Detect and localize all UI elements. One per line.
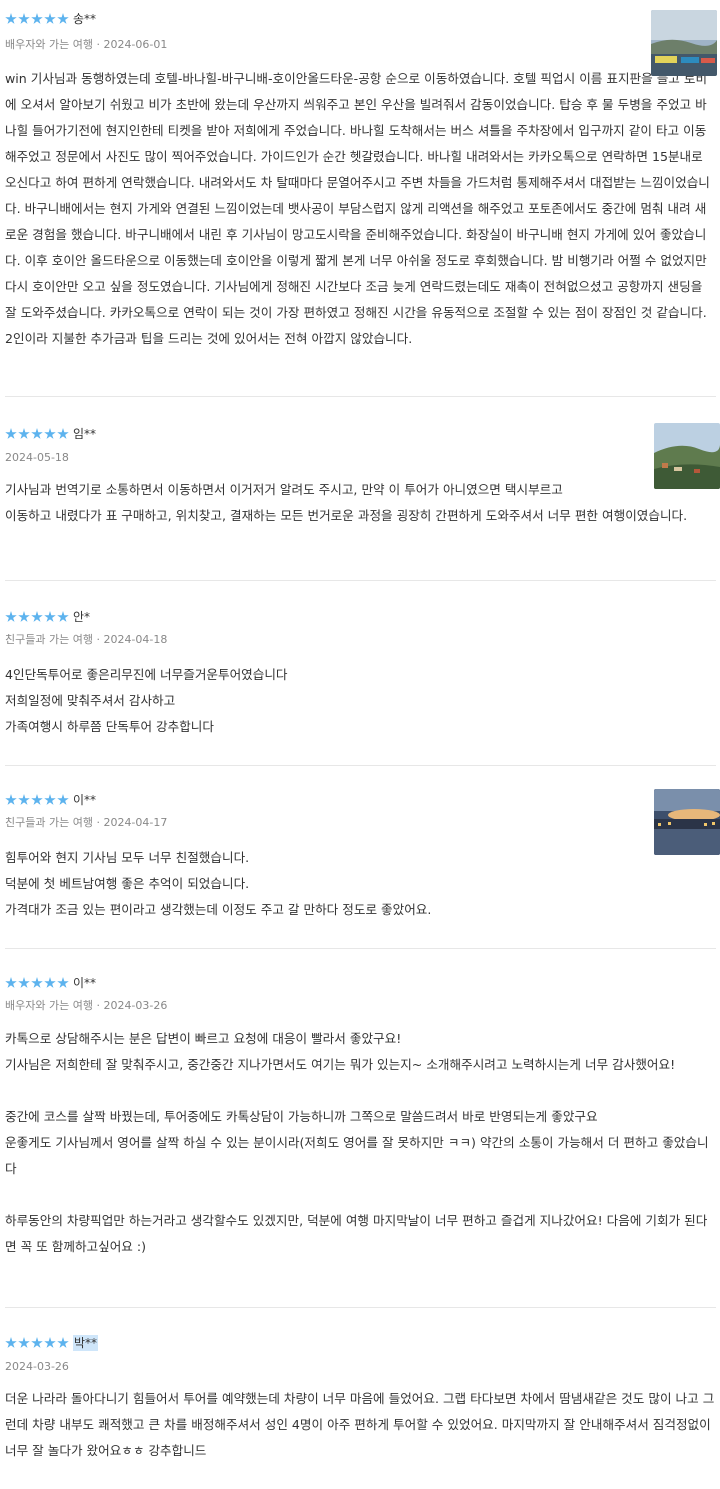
- star-icon: [31, 1337, 43, 1348]
- star-icon: [31, 794, 43, 805]
- review-meta: 2024-03-26: [5, 1360, 69, 1373]
- review-divider: [5, 1307, 716, 1308]
- review-text: 더운 나라라 돌아다니기 힘들어서 투어를 예약했는데 차량이 너무 마음에 들…: [5, 1391, 715, 1458]
- star-icon: [44, 611, 56, 622]
- review-text: win 기사님과 동행하였는데 호텔-바나힐-바구니배-호이안올드타운-공항 순…: [5, 71, 711, 346]
- star-icon: [44, 13, 56, 24]
- star-rating: [5, 976, 70, 990]
- star-rating: [5, 12, 70, 26]
- star-icon: [5, 1337, 17, 1348]
- review-text: 힘투어와 현지 기사님 모두 너무 친절했습니다. 덕분에 첫 베트남여행 좋은…: [5, 850, 432, 917]
- reviewer-name: 송**: [73, 12, 97, 26]
- review-meta: 2024-05-18: [5, 451, 69, 464]
- review-divider: [5, 948, 716, 949]
- review-photo-thumbnail[interactable]: [654, 789, 720, 855]
- star-rating: [5, 1336, 70, 1350]
- star-icon: [57, 611, 69, 622]
- star-icon: [18, 794, 30, 805]
- star-icon: [31, 428, 43, 439]
- review-text: 기사님과 번역기로 소통하면서 이동하면서 이거저거 알려도 주시고, 만약 이…: [5, 482, 688, 523]
- reviewer-name: 이**: [73, 793, 97, 807]
- review-divider: [5, 580, 716, 581]
- star-icon: [44, 977, 56, 988]
- star-icon: [18, 13, 30, 24]
- review-divider: [5, 396, 716, 397]
- star-icon: [57, 428, 69, 439]
- review-meta: 친구들과 가는 여행 · 2024-04-18: [5, 633, 168, 646]
- review-photo-thumbnail[interactable]: [654, 423, 720, 489]
- review-meta: 배우자와 가는 여행 · 2024-06-01: [5, 38, 168, 51]
- star-icon: [5, 428, 17, 439]
- star-icon: [44, 1337, 56, 1348]
- star-icon: [57, 794, 69, 805]
- star-icon: [18, 1337, 30, 1348]
- reviewer-name: 박**: [73, 1335, 99, 1351]
- review-text: 카톡으로 상담해주시는 분은 답변이 빠르고 요청에 대응이 빨라서 좋았구요!…: [5, 1031, 709, 1254]
- star-icon: [31, 611, 43, 622]
- star-icon: [18, 428, 30, 439]
- star-icon: [18, 611, 30, 622]
- review-photo-thumbnail[interactable]: [651, 10, 717, 76]
- star-icon: [31, 13, 43, 24]
- review-divider: [5, 765, 716, 766]
- star-rating: [5, 610, 70, 624]
- star-icon: [57, 13, 69, 24]
- star-icon: [18, 977, 30, 988]
- star-icon: [31, 977, 43, 988]
- reviewer-name: 임**: [73, 427, 97, 441]
- star-icon: [5, 794, 17, 805]
- review-meta: 친구들과 가는 여행 · 2024-04-17: [5, 816, 168, 829]
- star-icon: [5, 611, 17, 622]
- review-meta: 배우자와 가는 여행 · 2024-03-26: [5, 999, 168, 1012]
- star-icon: [5, 13, 17, 24]
- star-icon: [44, 428, 56, 439]
- star-icon: [57, 977, 69, 988]
- star-icon: [57, 1337, 69, 1348]
- reviewer-name: 이**: [73, 976, 97, 990]
- star-rating: [5, 793, 70, 807]
- star-rating: [5, 427, 70, 441]
- star-icon: [44, 794, 56, 805]
- reviewer-name: 안*: [73, 610, 91, 624]
- star-icon: [5, 977, 17, 988]
- review-text: 4인단독투어로 좋은리무진에 너무즐거운투어였습니다 저희일정에 맞춰주셔서 감…: [5, 667, 288, 734]
